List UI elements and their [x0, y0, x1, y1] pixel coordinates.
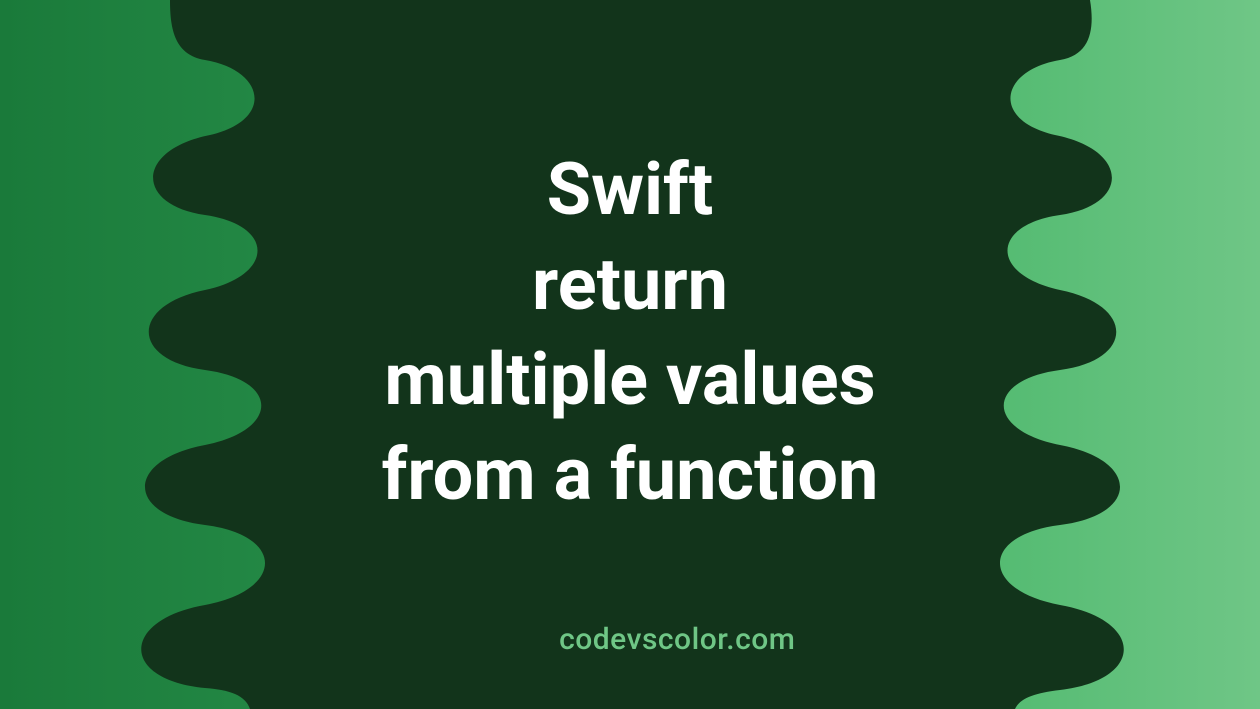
attribution-text: codevscolor.com [559, 622, 795, 657]
banner-title: Swift return multiple values from a func… [382, 142, 879, 522]
banner-canvas: Swift return multiple values from a func… [0, 0, 1260, 709]
